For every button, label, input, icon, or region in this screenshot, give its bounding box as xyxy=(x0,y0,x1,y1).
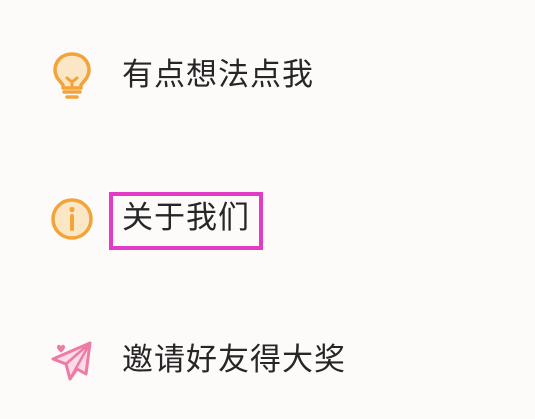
lightbulb-icon xyxy=(46,49,98,101)
menu-item-about-us[interactable]: 关于我们 xyxy=(0,180,535,260)
menu-item-label: 邀请好友得大奖 xyxy=(122,342,346,378)
paper-plane-icon xyxy=(46,335,98,387)
menu-item-invite-friends[interactable]: 邀请好友得大奖 xyxy=(0,322,535,402)
menu-item-label: 有点想法点我 xyxy=(122,57,314,93)
menu-item-feedback[interactable]: 有点想法点我 xyxy=(0,37,535,117)
menu-item-label: 关于我们 xyxy=(122,200,250,236)
info-icon xyxy=(46,193,98,245)
